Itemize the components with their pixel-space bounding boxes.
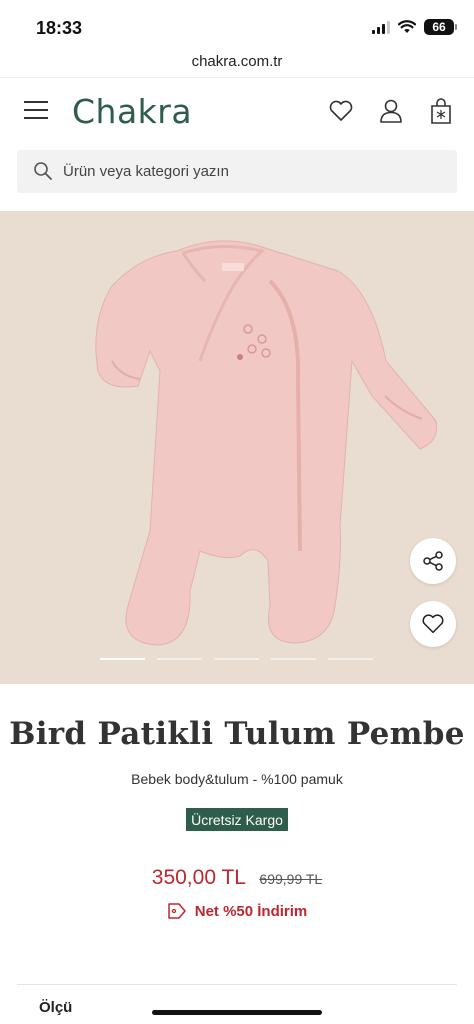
old-price: 699,99 TL [259,871,323,887]
badge-row: Ücretsiz Kargo [0,808,474,831]
current-price: 350,00 TL [151,866,246,889]
price-row: 350,00 TL 699,99 TL [0,866,474,890]
user-icon[interactable] [377,97,405,125]
tag-icon [167,903,186,919]
carousel-dot[interactable] [271,658,316,660]
address-bar[interactable]: chakra.com.tr [0,50,474,78]
divider [17,984,457,985]
logo[interactable]: Chakra [72,92,192,131]
search-bar[interactable] [17,150,457,193]
home-indicator [152,1010,322,1015]
product-subtitle: Bebek body&tulum - %100 pamuk [131,771,343,787]
carousel-dot[interactable] [328,658,373,660]
status-bar: 18:33 66 [0,0,474,50]
status-time: 18:33 [36,18,83,38]
product-gallery[interactable] [0,211,474,684]
menu-icon[interactable] [24,100,48,120]
size-section-label[interactable]: Ölçü [39,999,72,1016]
battery-icon: 66 [424,19,457,35]
search-input[interactable] [63,150,443,193]
discount-row: Net %50 İndirim [0,902,474,920]
carousel-dot[interactable] [100,658,145,660]
carousel-dot[interactable] [157,658,202,660]
share-button[interactable] [410,538,456,584]
site-header: Chakra [0,80,474,142]
product-title: Bird Patikli Tulum Pembe [9,716,465,752]
wifi-icon [398,20,416,33]
product-photo-onesie [95,240,438,646]
free-shipping-badge: Ücretsiz Kargo [186,808,288,831]
battery-level: 66 [432,20,446,34]
heart-icon[interactable] [327,97,355,125]
share-icon [423,551,443,571]
discount-text: Net %50 İndirim [194,902,308,920]
favorite-button[interactable] [410,601,456,647]
search-icon [34,162,52,180]
carousel-dot[interactable] [214,658,259,660]
shopping-bag-icon[interactable] [427,97,455,125]
heart-icon [422,614,444,634]
carousel-indicators [100,658,373,660]
cellular-signal-icon [372,20,390,34]
status-icons: 66 [372,19,457,35]
